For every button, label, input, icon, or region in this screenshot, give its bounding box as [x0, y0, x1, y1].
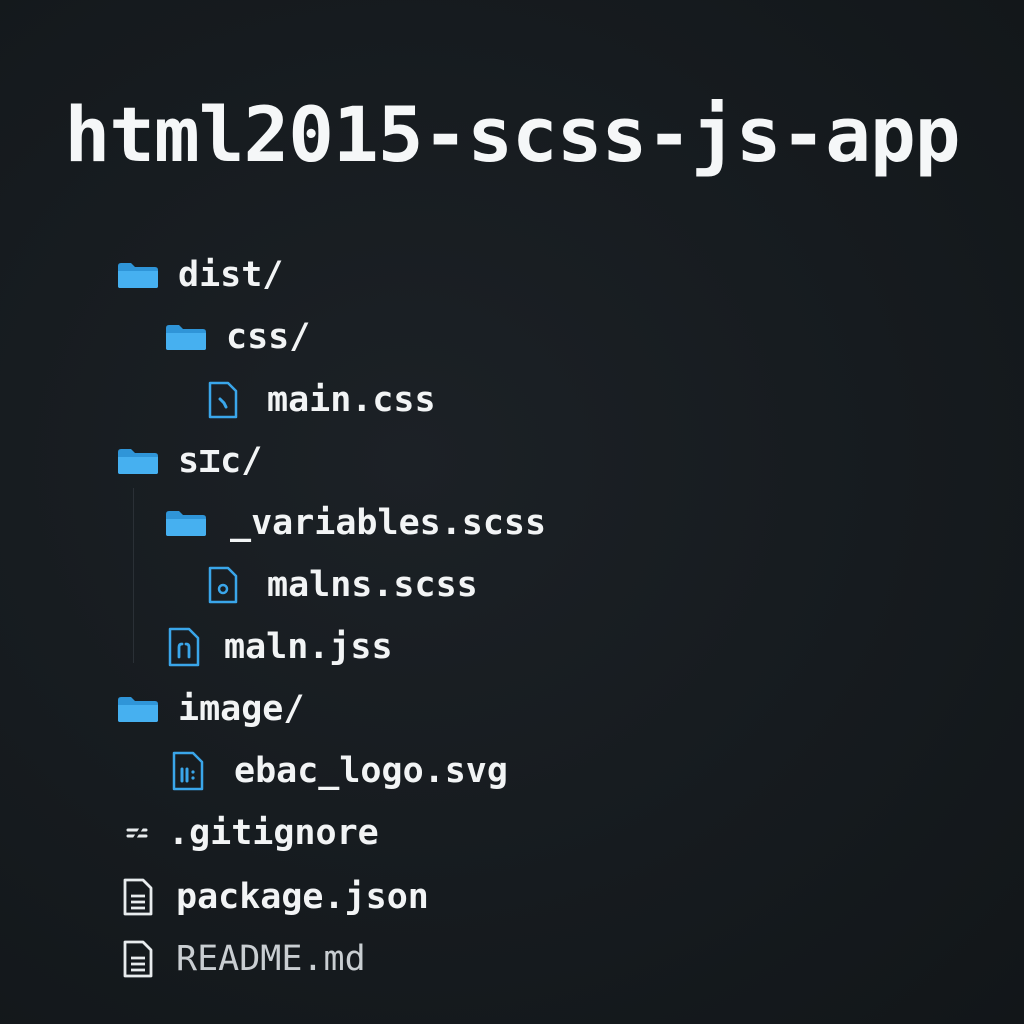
tree-item-label: css/: [226, 317, 311, 357]
tree-item-malns-scss[interactable]: malns.scss: [206, 560, 478, 610]
folder-icon: [164, 322, 208, 352]
tree-item-package-json[interactable]: package.json: [120, 872, 429, 922]
tree-item-gitignore[interactable]: .gitignore: [120, 808, 379, 858]
document-icon: [120, 878, 156, 916]
tree-item-label: dist/: [178, 255, 284, 295]
document-icon: [120, 940, 156, 978]
file-code-icon: [206, 381, 240, 419]
tree-item-label: main.css: [267, 380, 436, 420]
tree-item-ebac-logo[interactable]: ebac_logo.svg: [170, 746, 508, 796]
file-code-icon: [166, 627, 202, 667]
tree-item-variables[interactable]: _variables.scss: [164, 498, 546, 548]
config-icon: [120, 823, 154, 843]
tree-item-maln-js[interactable]: maln.jss: [166, 622, 393, 672]
folder-icon: [116, 694, 160, 724]
tree-item-image[interactable]: image/: [116, 684, 304, 734]
file-image-icon: [170, 751, 206, 791]
folder-icon: [116, 260, 160, 290]
tree-item-dist[interactable]: dist/: [116, 250, 283, 300]
tree-item-main-css[interactable]: main.css: [206, 375, 436, 425]
tree-item-label: s⌶c/: [178, 441, 263, 481]
tree-item-label: maln.jss: [224, 627, 393, 667]
tree-guide-line: [133, 488, 134, 663]
file-code-icon: [206, 566, 240, 604]
tree-item-label: .gitignore: [168, 813, 379, 853]
tree-item-label: package.json: [176, 877, 429, 917]
tree-item-css[interactable]: css/: [164, 312, 310, 362]
tree-item-src[interactable]: s⌶c/: [116, 436, 262, 486]
tree-item-label: malns.scss: [267, 565, 478, 605]
tree-item-label: image/: [178, 689, 305, 729]
tree-item-label: _variables.scss: [230, 503, 547, 543]
folder-icon: [116, 446, 160, 476]
tree-item-label: README.md: [176, 939, 366, 979]
folder-icon: [164, 508, 208, 538]
tree-item-label: ebac_logo.svg: [234, 751, 508, 791]
project-title: html2015-scss-js-app: [64, 90, 960, 179]
tree-item-readme[interactable]: README.md: [120, 934, 366, 984]
